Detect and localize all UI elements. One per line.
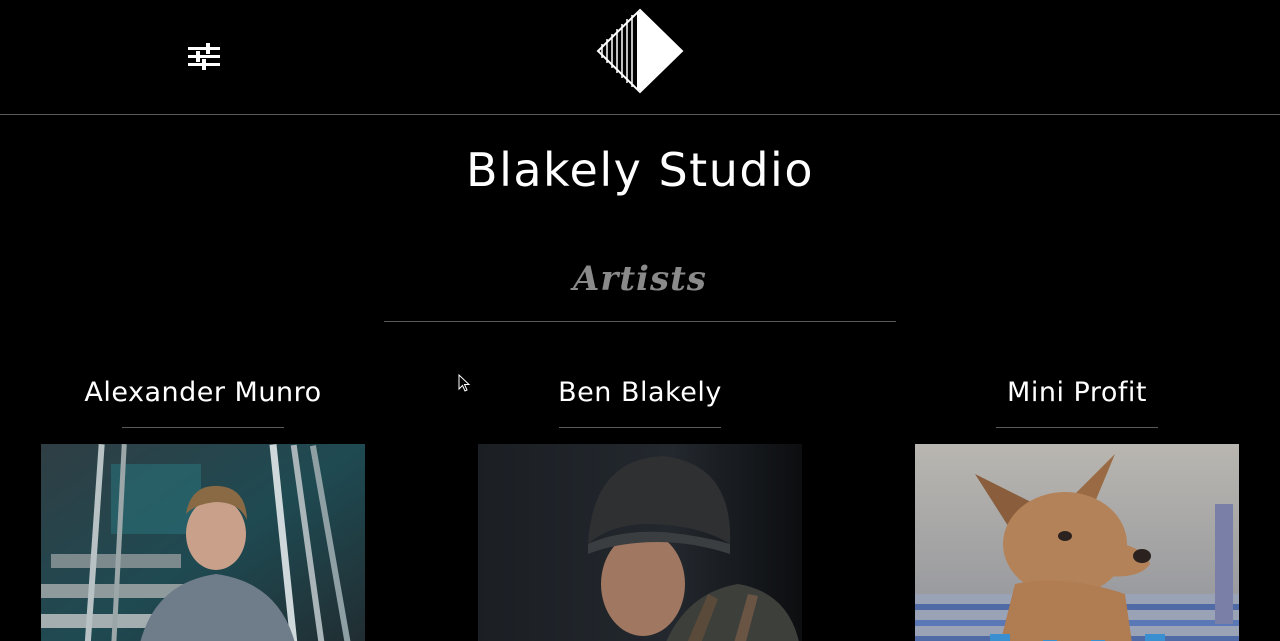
section-divider	[384, 321, 896, 322]
studio-logo[interactable]	[594, 8, 686, 94]
artist-photo-alexander-munro[interactable]	[41, 444, 365, 641]
artist-name-divider	[122, 427, 284, 428]
mouse-pointer-icon	[458, 373, 472, 394]
artist-photo-mini-profit[interactable]	[915, 444, 1239, 641]
section-title-artists: Artists	[573, 259, 707, 299]
artist-name[interactable]: Ben Blakely	[478, 370, 802, 416]
artist-name-divider	[996, 427, 1158, 428]
artist-name[interactable]: Mini Profit	[915, 370, 1239, 416]
artist-card-ben-blakely[interactable]: Ben Blakely	[478, 370, 802, 641]
artist-name-divider	[559, 427, 721, 428]
site-title: Blakely Studio	[466, 143, 814, 197]
artist-card-alexander-munro[interactable]: Alexander Munro	[41, 370, 365, 641]
settings-sliders-icon[interactable]	[184, 38, 222, 74]
site-header	[0, 0, 1280, 115]
artist-card-mini-profit[interactable]: Mini Profit	[915, 370, 1239, 641]
artist-name[interactable]: Alexander Munro	[41, 370, 365, 416]
artist-photo-ben-blakely[interactable]	[478, 444, 802, 641]
